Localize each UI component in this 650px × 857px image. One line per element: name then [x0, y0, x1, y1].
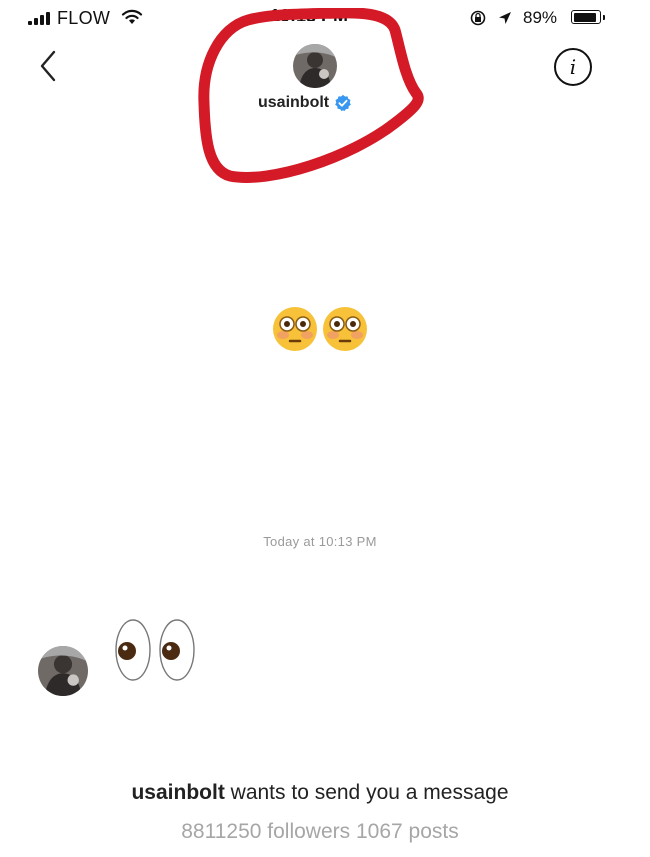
- carrier-name: FLOW: [57, 8, 111, 28]
- avatar-image: [38, 646, 88, 696]
- chevron-left-icon: [40, 50, 56, 82]
- status-bar: FLOW 10:13 PM 89%: [0, 0, 650, 36]
- header-username[interactable]: usainbolt: [258, 94, 352, 112]
- sender-avatar[interactable]: [38, 646, 88, 696]
- eye-icon: [159, 619, 195, 681]
- battery-percent: 89%: [523, 8, 558, 27]
- orientation-lock-icon: [470, 10, 486, 26]
- wifi-icon: [121, 9, 143, 24]
- battery-cap: [603, 15, 605, 20]
- request-username[interactable]: usainbolt: [131, 781, 224, 804]
- battery-icon: [571, 10, 601, 24]
- status-time: 10:13 PM: [270, 6, 349, 26]
- flushed-emoji-message[interactable]: [271, 305, 369, 353]
- verified-badge-icon: [335, 94, 351, 112]
- back-button[interactable]: [34, 48, 62, 84]
- request-stats: 8811250 followers 1067 posts: [181, 820, 459, 843]
- message-request-text: usainbolt wants to send you a message: [0, 781, 640, 805]
- battery-fill: [573, 12, 596, 22]
- info-icon: i: [569, 55, 577, 79]
- signal-bars-icon: [28, 12, 50, 25]
- avatar-image: [293, 44, 337, 88]
- flushed-face-icon: [273, 307, 317, 351]
- eye-icon: [115, 619, 151, 681]
- message-timestamp: Today at 10:13 PM: [263, 534, 377, 549]
- location-arrow-icon: [499, 12, 511, 24]
- header-avatar[interactable]: [293, 44, 337, 88]
- request-message: wants to send you a message: [224, 781, 509, 804]
- info-button[interactable]: i: [554, 48, 592, 86]
- eyes-emoji-message[interactable]: [114, 618, 196, 682]
- header-username-label: usainbolt: [258, 94, 330, 111]
- flushed-face-icon: [323, 307, 367, 351]
